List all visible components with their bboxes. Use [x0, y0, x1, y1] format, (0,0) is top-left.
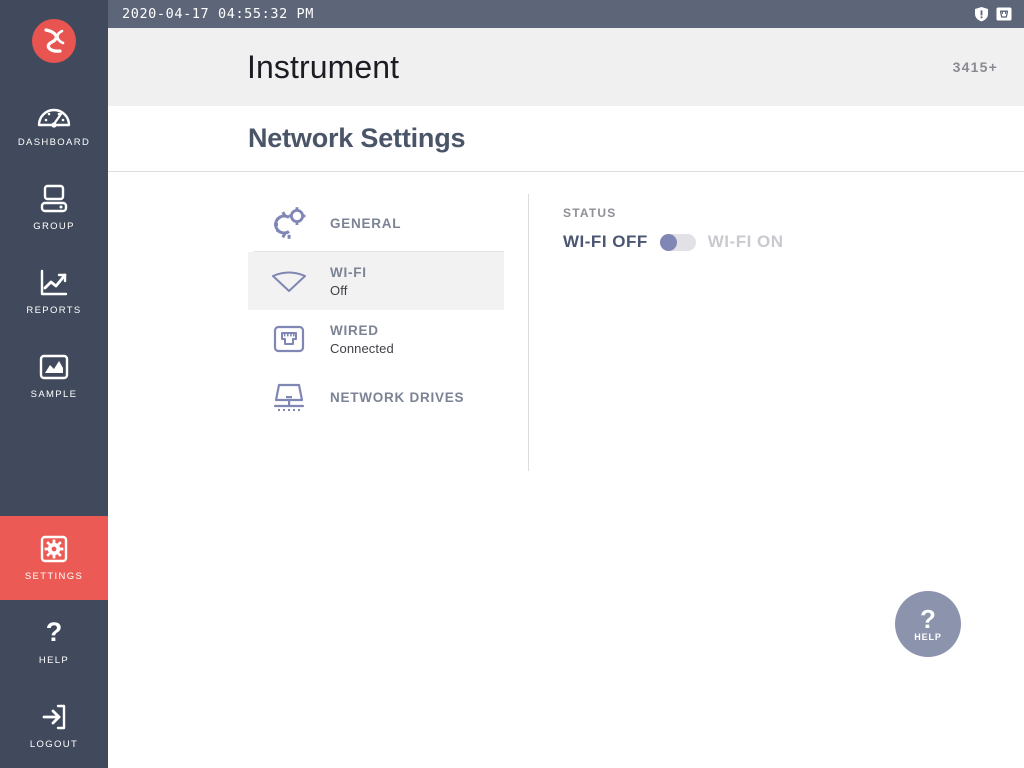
clock-datetime: 2020-04-17 04:55:32 PM: [122, 6, 315, 22]
help-floating-button[interactable]: ? HELP: [895, 591, 961, 657]
computer-icon: [36, 184, 72, 214]
settings-item-text: WI-FI Off: [330, 265, 367, 298]
sidebar-item-label: DASHBOARD: [17, 137, 91, 148]
line-chart-icon: [36, 268, 72, 298]
settings-item-network-drives[interactable]: NETWORK DRIVES: [248, 368, 504, 426]
settings-item-sublabel: Connected: [330, 340, 394, 356]
instrument-id-badge: 3415+: [952, 59, 998, 75]
sidebar-item-label: SETTINGS: [24, 571, 84, 582]
settings-item-label: WI-FI: [330, 264, 367, 280]
app-root: DASHBOARD GROUP REPORTS SAMPLE SETTINGS …: [0, 0, 1024, 768]
detail-panel: STATUS WI-FI OFF WI-FI ON: [529, 194, 1024, 768]
svg-text:?: ?: [46, 618, 63, 647]
gears-icon: [268, 204, 310, 242]
settings-item-text: WIRED Connected: [330, 323, 394, 356]
question-mark-icon: ?: [36, 618, 72, 648]
settings-menu-list: GENERAL WI-FI Off WIRED Connected NETWOR…: [248, 194, 504, 768]
ethernet-port-icon: [268, 320, 310, 358]
network-status-icon[interactable]: [996, 6, 1012, 22]
wifi-toggle-row: WI-FI OFF WI-FI ON: [563, 232, 1024, 252]
sidebar-item-group[interactable]: GROUP: [0, 166, 108, 250]
dashboard-gauge-icon: [36, 100, 72, 130]
network-drive-icon: [268, 378, 310, 416]
sidebar-item-dashboard[interactable]: DASHBOARD: [0, 82, 108, 166]
sidebar-item-label: SAMPLE: [30, 389, 78, 400]
wifi-icon: [268, 262, 310, 300]
app-logo-glyph: [44, 28, 65, 53]
sidebar-item-sample[interactable]: SAMPLE: [0, 334, 108, 418]
sample-image-icon: [36, 352, 72, 382]
settings-item-text: GENERAL: [330, 216, 401, 231]
wifi-off-label: WI-FI OFF: [563, 232, 648, 251]
page-title: Network Settings: [248, 123, 466, 153]
sidebar-item-label: REPORTS: [26, 305, 82, 316]
logout-arrow-icon: [36, 702, 72, 732]
settings-item-label: WIRED: [330, 322, 379, 338]
settings-item-wifi[interactable]: WI-FI Off: [248, 252, 504, 310]
wifi-on-label: WI-FI ON: [707, 232, 784, 251]
settings-item-label: GENERAL: [330, 215, 402, 231]
sidebar: DASHBOARD GROUP REPORTS SAMPLE SETTINGS …: [0, 0, 108, 768]
gear-square-icon: [36, 534, 72, 564]
logo-container: [0, 0, 108, 82]
page-title-bar: Network Settings: [108, 106, 1024, 172]
content-area: GENERAL WI-FI Off WIRED Connected NETWOR…: [108, 172, 1024, 768]
wifi-toggle-knob: [659, 233, 677, 251]
settings-item-general[interactable]: GENERAL: [248, 194, 504, 252]
sidebar-item-label: LOGOUT: [29, 739, 79, 750]
sidebar-item-logout[interactable]: LOGOUT: [0, 684, 108, 768]
settings-item-sublabel: Off: [330, 282, 348, 298]
settings-item-label: NETWORK DRIVES: [330, 389, 465, 405]
main-area: 2020-04-17 04:55:32 PM Instrument 3415+ …: [108, 0, 1024, 768]
sidebar-item-help[interactable]: ? HELP: [0, 600, 108, 684]
help-button-label: HELP: [914, 632, 942, 642]
app-logo[interactable]: [32, 19, 76, 63]
settings-item-wired[interactable]: WIRED Connected: [248, 310, 504, 368]
instrument-header: Instrument 3415+: [108, 28, 1024, 106]
instrument-title: Instrument: [247, 49, 400, 85]
alert-shield-icon[interactable]: [974, 6, 989, 22]
sidebar-item-label: GROUP: [33, 221, 75, 232]
sidebar-item-reports[interactable]: REPORTS: [0, 250, 108, 334]
help-question-icon: ?: [920, 604, 936, 634]
status-icon-group: [974, 6, 1012, 22]
sidebar-item-label: HELP: [38, 655, 70, 666]
status-section-label: STATUS: [563, 206, 617, 220]
sidebar-item-settings[interactable]: SETTINGS: [0, 516, 108, 600]
wifi-toggle-switch[interactable]: [659, 233, 696, 251]
settings-item-text: NETWORK DRIVES: [330, 390, 464, 405]
status-bar: 2020-04-17 04:55:32 PM: [108, 0, 1024, 28]
